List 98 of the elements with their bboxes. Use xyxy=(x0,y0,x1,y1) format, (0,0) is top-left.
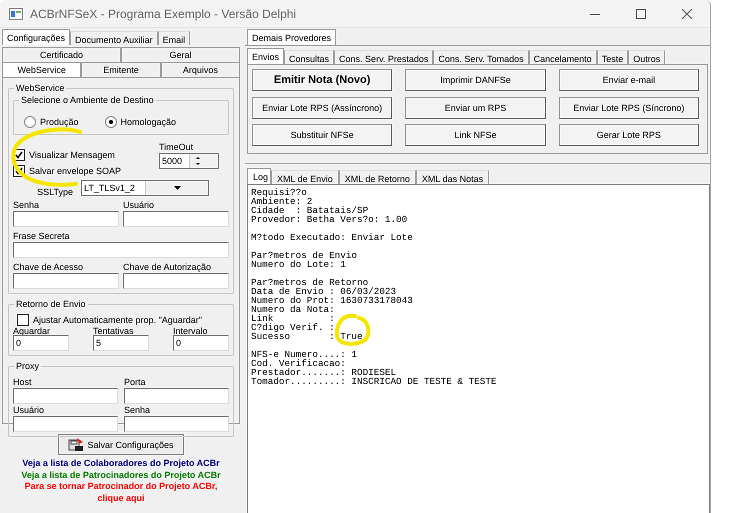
log-line: Requisi??o xyxy=(251,188,307,197)
input-field[interactable]: 0 xyxy=(13,335,69,351)
tab[interactable]: Geral xyxy=(121,47,240,62)
field-label: Usuário xyxy=(13,404,46,416)
tab[interactable]: Log xyxy=(247,168,271,184)
maximize-icon xyxy=(636,8,646,18)
log-line: Numero do Lote: 1 xyxy=(251,260,347,269)
field-label: Chave de Acesso xyxy=(13,261,84,273)
save-button[interactable]: Salvar Configurações xyxy=(58,434,184,455)
log-line: Sucesso : True xyxy=(251,332,364,341)
action-button[interactable]: Enviar Lote RPS (Assíncrono) xyxy=(252,96,392,119)
input-field[interactable] xyxy=(124,416,229,432)
field-label: Aguardar xyxy=(13,327,52,335)
log-line: Numero do Prot: 1630733178043 xyxy=(251,296,414,305)
input-field[interactable] xyxy=(123,211,229,227)
field-label: SSLType xyxy=(36,186,73,198)
tab[interactable]: Outros xyxy=(628,50,666,64)
tab[interactable]: Cons. Serv. Prestados xyxy=(334,50,434,64)
tab[interactable]: XML de Envio xyxy=(271,170,339,184)
field-label: Chave de Autorização xyxy=(123,261,212,273)
action-button[interactable]: Emitir Nota (Novo) xyxy=(252,69,392,91)
tab[interactable]: XML de Retorno xyxy=(338,170,416,184)
radio-button[interactable] xyxy=(24,116,36,128)
link[interactable]: Veja a lista de Patrocinadores do Projeto ACBr xyxy=(16,470,226,481)
field-label: Frase Secreta xyxy=(13,230,71,242)
tab[interactable]: Documento Auxiliar xyxy=(70,31,158,45)
close-icon xyxy=(682,8,692,18)
input-field[interactable] xyxy=(13,211,119,227)
log-line: Provedor: Betha Vers?o: 1.00 xyxy=(251,215,408,224)
log-line: Ambiente: 2 xyxy=(251,197,312,206)
input-field[interactable]: 5 xyxy=(93,335,149,351)
save-settings-icon xyxy=(68,438,84,452)
tab[interactable]: WebService xyxy=(2,62,82,77)
radio-label: Homologação xyxy=(120,117,176,127)
log-line: M?todo Executado: Enviar Lote xyxy=(251,233,414,242)
tab[interactable]: Cancelamento xyxy=(528,50,597,64)
log-line: Par?metros de Retorno xyxy=(251,278,368,287)
tab[interactable]: Consultas xyxy=(284,50,334,64)
field-label: Intervalo xyxy=(173,327,209,335)
action-button[interactable]: Substituir NFSe xyxy=(252,124,392,146)
action-button[interactable]: Link NFSe xyxy=(405,124,546,146)
log-line: Tomador.........: INSCRICAO DE TESTE & TESTE xyxy=(251,377,498,386)
field-label: Senha xyxy=(124,404,152,416)
input-field[interactable]: 0 xyxy=(173,335,229,351)
log-line: Numero da Nota: xyxy=(251,305,336,314)
group-title: WebService xyxy=(14,83,66,93)
log-line: Link : xyxy=(251,314,336,323)
tab[interactable]: Cons. Serv. Tomados xyxy=(433,50,529,64)
action-button[interactable]: Enviar Lote RPS (Síncrono) xyxy=(558,96,699,119)
tab[interactable]: Email xyxy=(158,31,190,45)
checkbox-label: Visualizar Mensagem xyxy=(29,150,115,160)
window-title: ACBrNFSeX - Programa Exemplo - Versão Delphi xyxy=(30,6,298,20)
log-line: NFS-e Numero....: 1 xyxy=(251,350,358,359)
log-line: Cidade : Batatais/SP xyxy=(251,206,368,215)
group-title: Proxy xyxy=(14,361,42,371)
action-button[interactable]: Imprimir DANFSe xyxy=(405,69,546,91)
action-button[interactable]: Enviar um RPS xyxy=(405,96,546,119)
link[interactable]: Para se tornar Patrocinador do Projeto ACBr, clique aqui xyxy=(16,481,226,504)
spin-field[interactable]: 5000 xyxy=(159,153,219,169)
input-field[interactable] xyxy=(123,273,229,289)
log-line: Cod. Verificacao: xyxy=(251,359,347,368)
input-field[interactable] xyxy=(13,273,119,289)
tab[interactable]: Certificado xyxy=(2,47,121,62)
input-field[interactable] xyxy=(13,388,118,404)
field-label: TimeOut xyxy=(159,141,194,153)
tab[interactable]: Arquivos xyxy=(160,62,240,77)
action-button[interactable]: Enviar e-mail xyxy=(558,69,699,91)
group-title: Selecione o Ambiente de Destino xyxy=(19,95,156,105)
log-line: Par?metros de Envio xyxy=(251,251,358,260)
radio-button[interactable] xyxy=(104,116,117,128)
tab[interactable]: Envios xyxy=(247,48,284,64)
app-icon xyxy=(9,8,23,20)
highlight-mark xyxy=(333,312,373,348)
field-label: Porta xyxy=(124,376,147,388)
log-line: Data de Envio : 06/03/2023 xyxy=(251,287,396,296)
tab[interactable]: Teste xyxy=(596,50,628,64)
log-line: Prestador.......: RODIESEL xyxy=(251,368,396,377)
caret-icon xyxy=(174,186,182,190)
tab[interactable]: Emitente xyxy=(81,62,161,77)
action-button[interactable]: Gerar Lote RPS xyxy=(558,124,699,146)
checkbox-label: Salvar envelope SOAP xyxy=(29,166,122,176)
tab[interactable]: Demais Provedores xyxy=(247,29,336,45)
field-label: Host xyxy=(13,376,33,388)
field-label: Tentativas xyxy=(93,327,135,335)
input-field[interactable] xyxy=(13,242,229,258)
field-label: Senha xyxy=(13,199,40,211)
input-field[interactable] xyxy=(13,416,118,432)
field-label: Usuário xyxy=(123,199,156,211)
link[interactable]: Veja a lista de Colaboradores do Projeto ACBr xyxy=(16,458,226,470)
tab[interactable]: XML das Notas xyxy=(416,170,490,184)
group-title: Retorno de Envio xyxy=(14,299,88,309)
dropdown[interactable]: LT_TLSv1_2 xyxy=(81,180,209,196)
tab[interactable]: Configurações xyxy=(2,29,70,45)
log-line: C?digo Verif. : xyxy=(251,323,336,332)
checkbox[interactable] xyxy=(17,314,29,326)
radio-label: Produção xyxy=(40,117,79,127)
input-field[interactable] xyxy=(124,388,229,404)
checkbox-label: Ajustar Automaticamente prop. "Aguardar" xyxy=(33,315,202,325)
